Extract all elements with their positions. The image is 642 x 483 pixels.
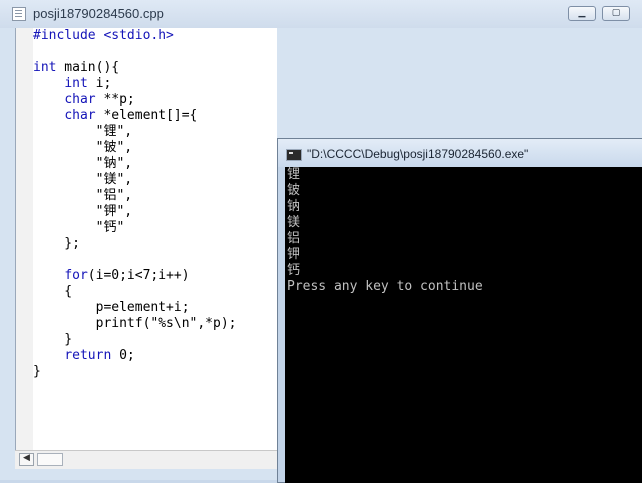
scroll-left-button[interactable]: ◀ [19,453,34,466]
minimize-icon: ▁ [578,8,586,18]
code-line: } [33,364,237,380]
editor-gutter [15,28,34,450]
code-text: 0; [111,348,135,363]
code-text: "锂", [33,124,133,139]
code-line: int main(){ [33,60,237,76]
code-line: "铍", [33,140,237,156]
code-text: main(){ [56,60,120,75]
code-text: "铍", [33,140,133,155]
code-text: printf("%s\n",*p); [33,316,237,331]
code-text: p=element+i; [33,300,190,315]
console-line: 镁 [287,215,301,230]
minimize-button[interactable]: ▁ [568,6,596,21]
code-line: "钾", [33,204,237,220]
editor-title: posji18790284560.cpp [33,6,164,21]
console-line: 钠 [287,199,301,214]
console-line: 锂 [287,167,301,182]
console-line: 钙 [287,263,301,278]
code-text: { [33,284,73,299]
code-keyword: return [64,348,112,363]
code-keyword: #include <stdio.h> [33,28,174,43]
code-line: }; [33,236,237,252]
code-text: "钠", [33,156,133,171]
horizontal-scrollbar[interactable]: ◀ [15,450,277,469]
maximize-icon: ▢ [611,8,621,18]
console-title-bar[interactable]: "D:\CCCC\Debug\posji18790284560.exe" [278,139,642,167]
code-keyword: for [64,268,88,283]
code-line: #include <stdio.h> [33,28,237,44]
code-text: "钙" [33,220,125,235]
code-line: "锂", [33,124,237,140]
code-text: "钾", [33,204,133,219]
code-text: (i=0;i<7;i++) [87,268,190,283]
code-line: "镁", [33,172,237,188]
code-keyword: char [64,92,96,107]
console-output-area[interactable]: 锂铍钠镁铝钾钙 Press any key to continue [285,167,642,483]
code-text: } [33,364,41,379]
editor-title-bar[interactable]: posji18790284560.cpp ▁ ▢ [0,0,642,28]
console-line: Press any key to continue [287,279,483,294]
code-line: "铝", [33,188,237,204]
console-output: 锂铍钠镁铝钾钙 Press any key to continue [287,167,483,295]
console-window: "D:\CCCC\Debug\posji18790284560.exe" 锂铍钠… [277,138,642,483]
code-line: p=element+i; [33,300,237,316]
code-keyword: char [64,108,96,123]
console-line: 钾 [287,247,301,262]
console-line: 铝 [287,231,301,246]
code-line: char **p; [33,92,237,108]
code-text: *element[]={ [95,108,198,123]
code-line: printf("%s\n",*p); [33,316,237,332]
code-text: "镁", [33,172,133,187]
code-text: **p; [95,92,135,107]
chevron-left-icon: ◀ [23,453,30,463]
code-line: } [33,332,237,348]
code-text: "铝", [33,188,133,203]
code-text: i; [87,76,112,91]
code-line: return 0; [33,348,237,364]
console-line: 铍 [287,183,301,198]
code-line: { [33,284,237,300]
console-title: "D:\CCCC\Debug\posji18790284560.exe" [307,147,529,161]
code-text: } [33,332,73,347]
code-line: "钠", [33,156,237,172]
code-line: int i; [33,76,237,92]
code-text: }; [33,236,80,251]
code-line: for(i=0;i<7;i++) [33,268,237,284]
code-line: char *element[]={ [33,108,237,124]
source-code[interactable]: #include <stdio.h> int main(){ int i; cha… [33,28,237,380]
console-icon [286,149,302,161]
code-keyword: int [33,60,57,75]
maximize-button[interactable]: ▢ [602,6,630,21]
code-keyword: int [64,76,88,91]
scroll-thumb[interactable] [37,453,63,466]
code-line: "钙" [33,220,237,236]
document-icon [12,7,26,21]
